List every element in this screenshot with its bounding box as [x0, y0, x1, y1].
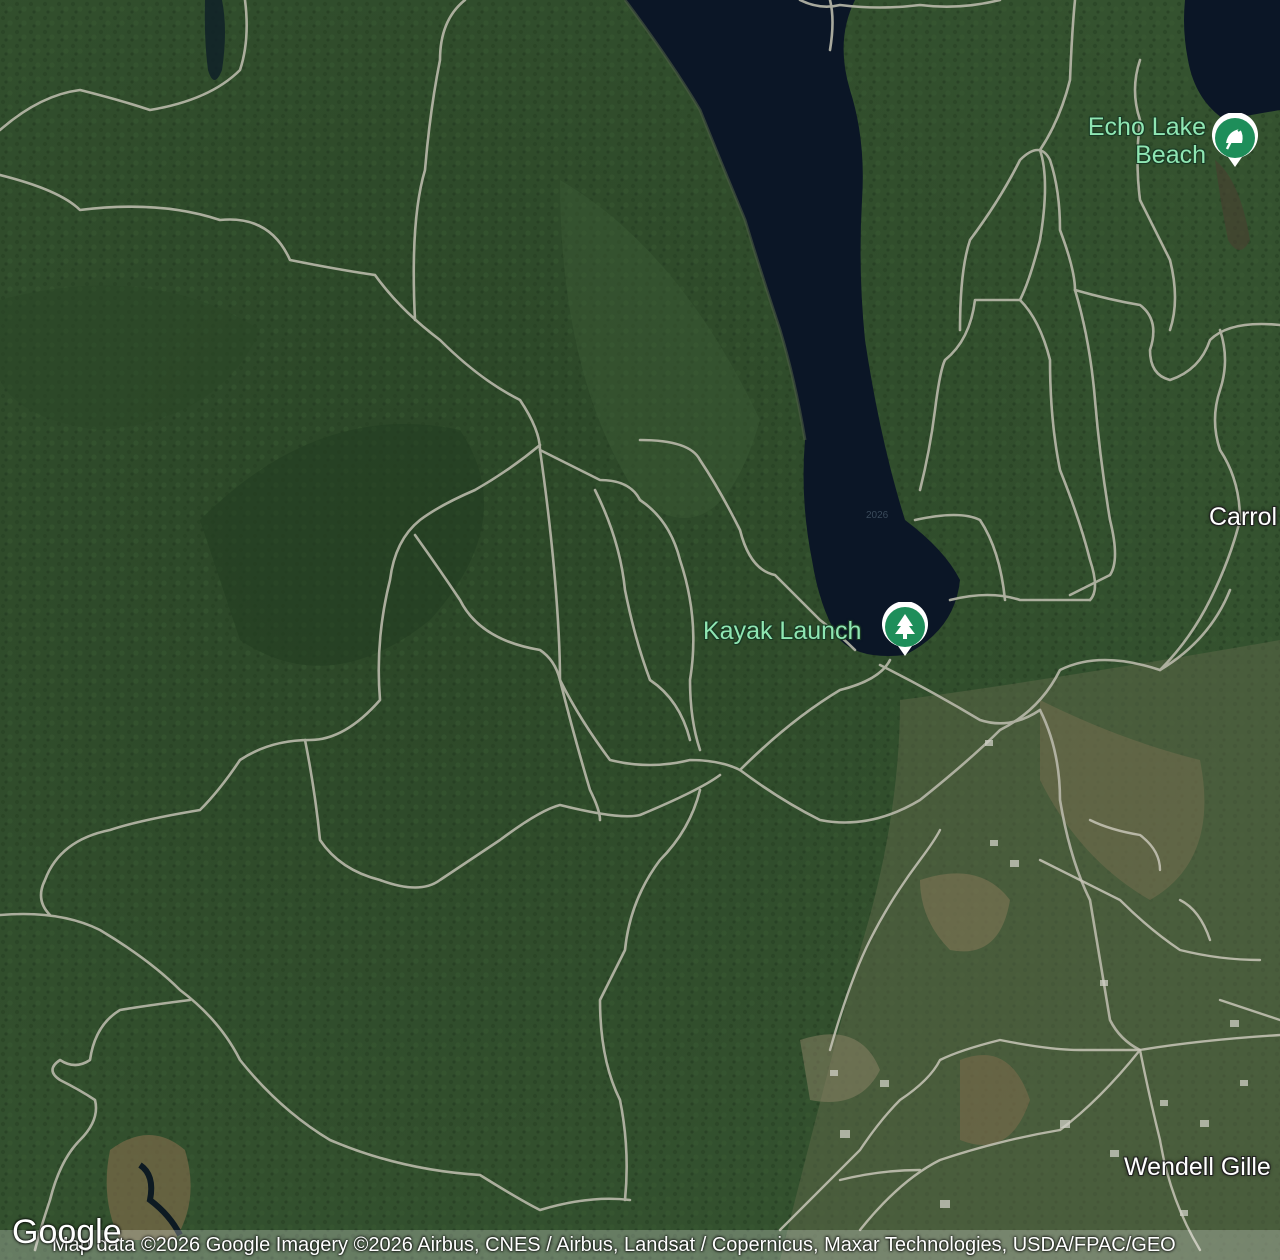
satellite-map[interactable]: 2026: [0, 0, 1280, 1260]
place-label-kayak-launch[interactable]: Kayak Launch: [703, 617, 861, 645]
attribution-text[interactable]: Map data ©2026 Google Imagery ©2026 Airb…: [0, 1234, 1176, 1257]
attribution-bar: Map data ©2026 Google Imagery ©2026 Airb…: [0, 1230, 1280, 1260]
town-label-wendell[interactable]: Wendell Gille: [1124, 1153, 1271, 1181]
beach-umbrella-icon[interactable]: [1210, 113, 1260, 169]
place-label-echo-lake-beach[interactable]: Echo Lake Beach: [1076, 113, 1206, 169]
place-label-line2: Beach: [1135, 141, 1206, 169]
town-label-carroll[interactable]: Carrol: [1209, 503, 1277, 531]
lake-marker: 2026: [866, 510, 889, 521]
pond: [204, 0, 225, 80]
tree-icon[interactable]: [880, 602, 930, 658]
place-label-line1: Echo Lake: [1087, 113, 1206, 141]
google-logo[interactable]: Google: [12, 1213, 122, 1252]
